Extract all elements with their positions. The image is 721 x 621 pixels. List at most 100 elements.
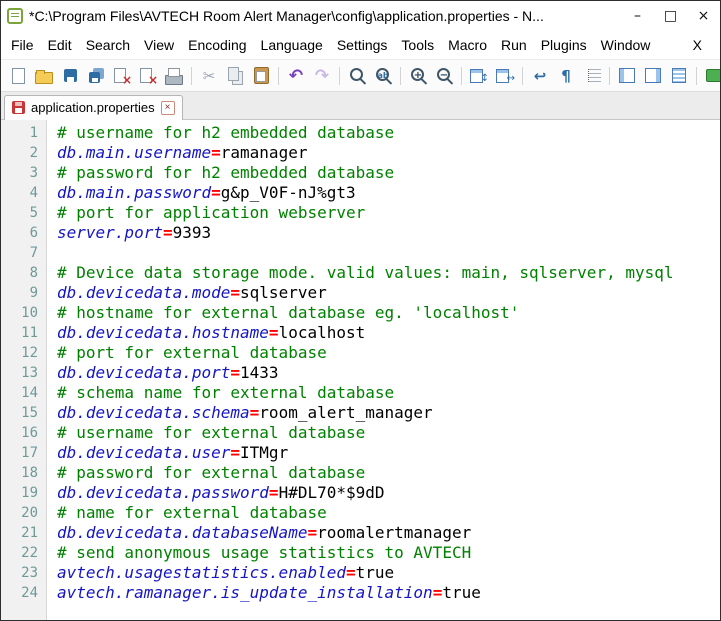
copy-icon[interactable] <box>223 64 247 88</box>
paste-icon[interactable] <box>249 64 273 88</box>
token-comment[interactable]: # username for external database <box>57 423 365 442</box>
token-key[interactable]: avtech.usagestatistics.enabled <box>57 563 346 582</box>
menu-item-encoding[interactable]: Encoding <box>181 34 253 56</box>
token-comment[interactable]: # port for external database <box>57 343 327 362</box>
token-key[interactable]: db.devicedata.databaseName <box>57 523 307 542</box>
token-value[interactable]: 9393 <box>173 223 212 242</box>
monitoring-icon[interactable] <box>702 64 721 88</box>
code-line[interactable]: db.devicedata.user=ITMgr <box>57 443 720 463</box>
document-map-icon[interactable] <box>641 64 665 88</box>
redo-icon[interactable]: ↷ <box>310 64 334 88</box>
cut-icon[interactable]: ✂ <box>197 64 221 88</box>
token-value[interactable]: true <box>442 583 481 602</box>
token-value[interactable]: localhost <box>279 323 366 342</box>
code-line[interactable]: server.port=9393 <box>57 223 720 243</box>
code-line[interactable]: # name for external database <box>57 503 720 523</box>
code-line[interactable]: # hostname for external database eg. 'lo… <box>57 303 720 323</box>
token-key[interactable]: db.main.username <box>57 143 211 162</box>
token-key[interactable]: db.devicedata.mode <box>57 283 230 302</box>
code-line[interactable]: # password for h2 embedded database <box>57 163 720 183</box>
code-line[interactable]: db.devicedata.schema=room_alert_manager <box>57 403 720 423</box>
menu-item-settings[interactable]: Settings <box>330 34 395 56</box>
token-value[interactable]: H#DL70*$9dD <box>279 483 385 502</box>
print-icon[interactable] <box>162 64 186 88</box>
token-comment[interactable]: # hostname for external database eg. 'lo… <box>57 303 519 322</box>
open-file-icon[interactable] <box>32 64 56 88</box>
code-line[interactable]: db.main.username=ramanager <box>57 143 720 163</box>
code-line[interactable]: # schema name for external database <box>57 383 720 403</box>
token-comment[interactable]: # schema name for external database <box>57 383 394 402</box>
token-assign[interactable]: = <box>250 403 260 422</box>
code-line[interactable]: # username for external database <box>57 423 720 443</box>
minimize-button[interactable]: – <box>621 1 654 31</box>
token-key[interactable]: db.main.password <box>57 183 211 202</box>
token-value[interactable]: true <box>356 563 395 582</box>
menu-item-edit[interactable]: Edit <box>41 34 79 56</box>
word-wrap-icon[interactable]: ↩ <box>528 64 552 88</box>
menu-item-file[interactable]: File <box>4 34 41 56</box>
token-key[interactable]: server.port <box>57 223 163 242</box>
find-icon[interactable] <box>345 64 369 88</box>
undo-icon[interactable]: ↶ <box>284 64 308 88</box>
tab-application-properties[interactable]: application.properties × <box>4 95 183 120</box>
tab-close-button[interactable]: × <box>161 101 175 115</box>
token-assign[interactable]: = <box>269 323 279 342</box>
save-all-icon[interactable] <box>84 64 108 88</box>
zoom-out-icon[interactable]: − <box>432 64 456 88</box>
token-comment[interactable]: # password for h2 embedded database <box>57 163 394 182</box>
code-line[interactable]: # Device data storage mode. valid values… <box>57 263 720 283</box>
menu-item-view[interactable]: View <box>137 34 181 56</box>
code-line[interactable]: avtech.usagestatistics.enabled=true <box>57 563 720 583</box>
close-button[interactable]: × <box>687 1 720 31</box>
token-assign[interactable]: = <box>307 523 317 542</box>
menu-item-run[interactable]: Run <box>494 34 534 56</box>
token-value[interactable]: g&p_V0F-nJ%gt3 <box>221 183 356 202</box>
token-assign[interactable]: = <box>163 223 173 242</box>
menu-item-x[interactable]: X <box>686 34 709 56</box>
document-list-icon[interactable] <box>667 64 691 88</box>
code-line[interactable]: # port for application webserver <box>57 203 720 223</box>
code-line[interactable]: avtech.ramanager.is_update_installation=… <box>57 583 720 603</box>
token-comment[interactable]: # password for external database <box>57 463 365 482</box>
menu-item-window[interactable]: Window <box>594 34 658 56</box>
save-icon[interactable] <box>58 64 82 88</box>
code-line[interactable] <box>57 243 720 263</box>
code-line[interactable]: # send anonymous usage statistics to AVT… <box>57 543 720 563</box>
code-line[interactable]: db.devicedata.hostname=localhost <box>57 323 720 343</box>
sync-vertical-icon[interactable] <box>467 64 491 88</box>
menu-item-language[interactable]: Language <box>254 34 330 56</box>
token-value[interactable]: ITMgr <box>240 443 288 462</box>
menu-item-plugins[interactable]: Plugins <box>534 34 594 56</box>
code-line[interactable]: db.devicedata.mode=sqlserver <box>57 283 720 303</box>
token-assign[interactable]: = <box>433 583 443 602</box>
token-assign[interactable]: = <box>346 563 356 582</box>
indent-guide-icon[interactable] <box>580 64 604 88</box>
code-line[interactable]: db.devicedata.databaseName=roomalertmana… <box>57 523 720 543</box>
token-assign[interactable]: = <box>230 443 240 462</box>
token-value[interactable]: 1433 <box>240 363 279 382</box>
token-assign[interactable]: = <box>211 143 221 162</box>
maximize-button[interactable]: □ <box>654 1 687 31</box>
menu-item-macro[interactable]: Macro <box>441 34 494 56</box>
replace-icon[interactable]: ab <box>371 64 395 88</box>
token-value[interactable]: room_alert_manager <box>259 403 432 422</box>
token-comment[interactable]: # name for external database <box>57 503 327 522</box>
token-assign[interactable]: = <box>269 483 279 502</box>
token-key[interactable]: db.devicedata.user <box>57 443 230 462</box>
editor-code[interactable]: # username for h2 embedded databasedb.ma… <box>47 120 720 620</box>
token-key[interactable]: avtech.ramanager.is_update_installation <box>57 583 433 602</box>
new-file-icon[interactable] <box>6 64 30 88</box>
function-list-icon[interactable] <box>615 64 639 88</box>
close-all-icon[interactable] <box>136 64 160 88</box>
token-key[interactable]: db.devicedata.hostname <box>57 323 269 342</box>
token-assign[interactable]: = <box>211 183 221 202</box>
code-line[interactable]: # port for external database <box>57 343 720 363</box>
token-value[interactable]: ramanager <box>221 143 308 162</box>
editor[interactable]: 123456789101112131415161718192021222324 … <box>1 120 720 620</box>
zoom-in-icon[interactable]: + <box>406 64 430 88</box>
code-line[interactable]: db.devicedata.password=H#DL70*$9dD <box>57 483 720 503</box>
token-key[interactable]: db.devicedata.password <box>57 483 269 502</box>
code-line[interactable]: db.devicedata.port=1433 <box>57 363 720 383</box>
token-key[interactable]: db.devicedata.port <box>57 363 230 382</box>
menu-item-search[interactable]: Search <box>79 34 137 56</box>
